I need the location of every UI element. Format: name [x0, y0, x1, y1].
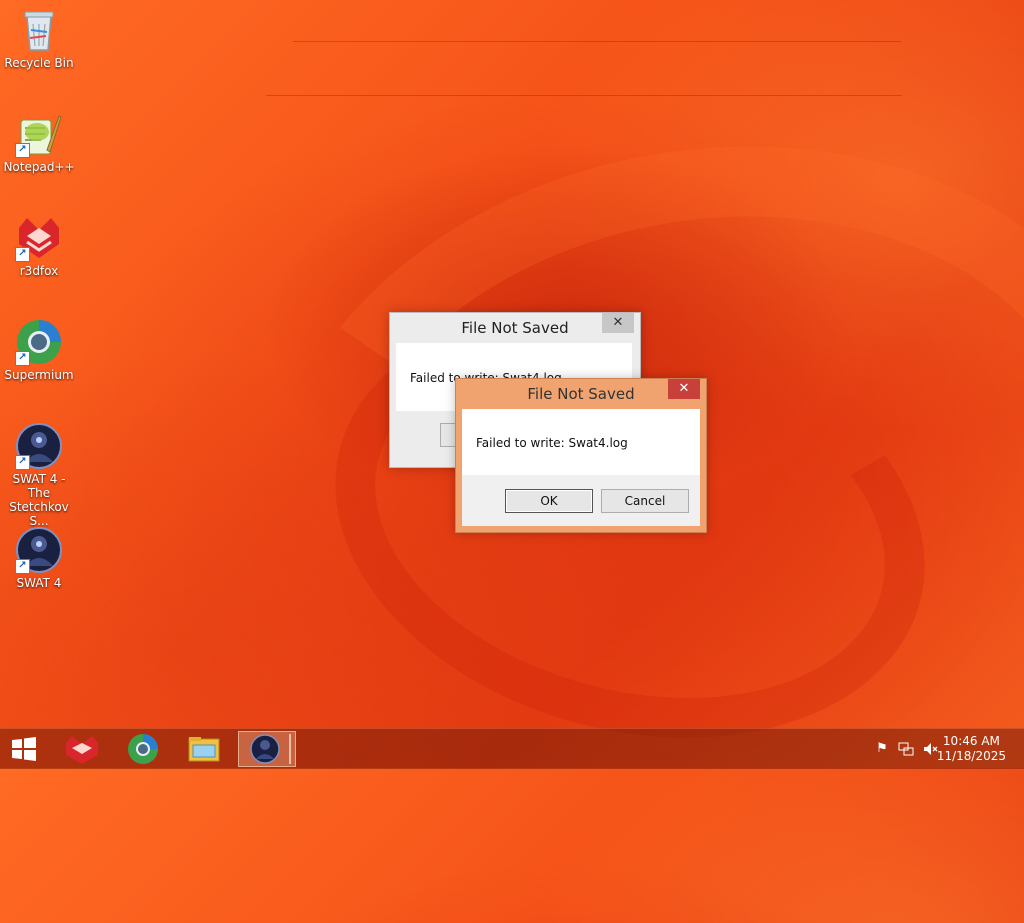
taskbar-supermium[interactable] — [117, 731, 169, 767]
dialog-message: Failed to write: Swat4.log — [476, 436, 628, 450]
desktop-icon-notepad-plus-plus[interactable]: ↗ Notepad++ — [0, 104, 78, 174]
shortcut-arrow-icon: ↗ — [15, 351, 30, 366]
notepad-plus-plus-icon: ↗ — [15, 110, 63, 158]
ok-button[interactable]: OK — [505, 489, 593, 513]
r3dfox-icon: ↗ — [15, 214, 63, 262]
action-center-flag-icon[interactable]: ⚑ — [874, 741, 890, 757]
desktop-icon-swat4[interactable]: ↗ SWAT 4 — [0, 520, 78, 590]
start-button[interactable] — [0, 731, 48, 767]
swat4-icon — [250, 734, 291, 764]
clock-time: 10:46 AM — [942, 734, 1000, 748]
desktop-icon-label: r3dfox — [19, 264, 59, 278]
supermium-icon — [128, 734, 158, 764]
taskbar: ⚑ 10:46 AM 11/18/2025 — [0, 728, 1024, 769]
taskbar-file-explorer[interactable] — [178, 731, 230, 767]
shortcut-arrow-icon: ↗ — [15, 143, 30, 158]
dialog-close-button[interactable]: ✕ — [668, 379, 700, 399]
desktop-icon-r3dfox[interactable]: ↗ r3dfox — [0, 208, 78, 278]
desktop-icon-swat4-stetchkov[interactable]: ↗ SWAT 4 - The Stetchkov S... — [0, 416, 78, 528]
clock-date: 11/18/2025 — [936, 749, 1006, 763]
swat4-icon: ↗ — [15, 526, 63, 574]
supermium-icon: ↗ — [15, 318, 63, 366]
file-not-saved-dialog[interactable]: File Not Saved ✕ Failed to write: Swat4.… — [455, 378, 707, 533]
volume-muted-icon[interactable] — [922, 741, 938, 757]
desktop-icon-recycle-bin[interactable]: Recycle Bin — [0, 0, 78, 70]
r3dfox-icon — [66, 736, 98, 764]
taskbar-swat4[interactable] — [238, 731, 296, 767]
shortcut-arrow-icon: ↗ — [15, 455, 30, 470]
file-explorer-icon — [188, 737, 220, 762]
swat4-stetchkov-icon: ↗ — [15, 422, 63, 470]
taskbar-r3dfox[interactable] — [56, 731, 108, 767]
shortcut-arrow-icon: ↗ — [15, 559, 30, 574]
desktop-icon-label: SWAT 4 — [16, 576, 62, 590]
desktop-icon-label: Supermium — [4, 368, 74, 382]
desktop-icon-label: Notepad++ — [3, 160, 75, 174]
dialog-body: Failed to write: Swat4.log — [462, 409, 700, 475]
divider-line — [293, 41, 901, 42]
cancel-button[interactable]: Cancel — [601, 489, 689, 513]
taskbar-clock[interactable]: 10:46 AM 11/18/2025 — [937, 734, 1006, 764]
windows-start-icon — [12, 737, 36, 761]
dialog-content: Failed to write: Swat4.log OK Cancel — [462, 409, 700, 526]
desktop-icon-label: Recycle Bin — [4, 56, 74, 70]
network-icon[interactable] — [898, 741, 914, 757]
shortcut-arrow-icon: ↗ — [15, 247, 30, 262]
divider-line — [266, 95, 902, 96]
desktop-icon-supermium[interactable]: ↗ Supermium — [0, 312, 78, 382]
recycle-bin-icon — [15, 6, 63, 54]
dialog-close-button[interactable]: ✕ — [602, 313, 634, 333]
